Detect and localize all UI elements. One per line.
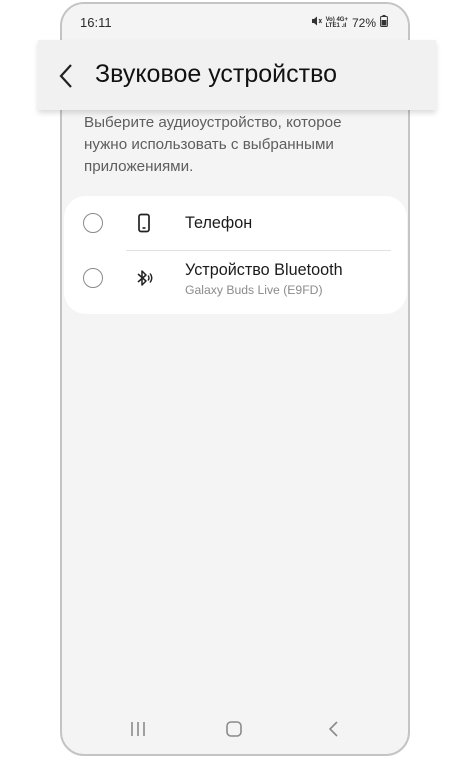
home-icon[interactable] (222, 718, 246, 740)
network-line-1: Vo) 4G+ (325, 16, 348, 23)
device-label: Телефон (185, 214, 253, 232)
mute-icon (310, 15, 322, 30)
device-subtitle: Galaxy Buds Live (E9FD) (185, 283, 323, 297)
phone-icon (134, 213, 154, 233)
status-time: 16:11 (80, 15, 112, 30)
status-bar: 16:11 Vo) 4G+ LTE1 .ıl 72% (62, 4, 408, 40)
device-label: Устройство Bluetooth (185, 261, 343, 279)
header-bar: Звуковое устройство (38, 40, 436, 110)
battery-level: 72% (351, 15, 376, 30)
navigation-bar (62, 714, 408, 754)
recent-apps-icon[interactable] (126, 718, 150, 740)
radio-button[interactable] (83, 268, 103, 288)
network-line-2: LTE1 .ıl (325, 22, 347, 29)
device-list-card: Телефон Устройство Bluetooth Galaxy Buds… (64, 196, 407, 314)
network-indicator: Vo) 4G+ LTE1 .ıl (326, 17, 348, 29)
description-text: Выберите аудиоустройство, которое нужно … (84, 114, 342, 175)
radio-button[interactable] (83, 213, 103, 233)
page-title: Звуковое устройство (95, 60, 338, 88)
back-icon[interactable] (322, 718, 346, 740)
bluetooth-icon (134, 268, 154, 288)
device-option-bluetooth[interactable]: Устройство Bluetooth Galaxy Buds Live (E… (64, 252, 407, 308)
divider (126, 250, 391, 251)
battery-icon (380, 15, 388, 30)
status-icons: Vo) 4G+ LTE1 .ıl 72% (310, 15, 388, 30)
chevron-left-icon[interactable] (56, 63, 76, 89)
device-option-phone[interactable]: Телефон (64, 196, 407, 252)
